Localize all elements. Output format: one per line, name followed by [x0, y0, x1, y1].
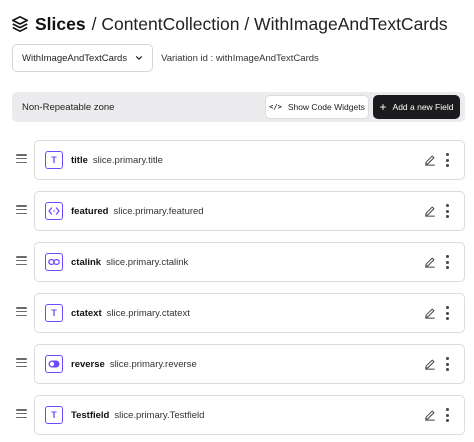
drag-handle-icon[interactable] — [16, 307, 27, 317]
field-card[interactable]: ctalink slice.primary.ctalink — [34, 242, 465, 282]
field-card[interactable]: T Testfield slice.primary.Testfield — [34, 395, 465, 435]
show-code-widgets-label: Show Code Widgets — [287, 102, 365, 112]
more-options-icon[interactable] — [446, 357, 450, 371]
field-card[interactable]: reverse slice.primary.reverse — [34, 344, 465, 384]
field-path: slice.primary.featured — [113, 205, 204, 217]
field-row: featured slice.primary.featured — [12, 191, 465, 231]
field-name: title — [71, 154, 88, 166]
field-name: Testfield — [71, 409, 110, 421]
slices-stack-icon — [11, 15, 29, 33]
zone-label: Non-Repeatable zone — [22, 101, 115, 113]
plus-icon: + — [379, 100, 387, 114]
edit-pencil-icon[interactable] — [424, 256, 436, 268]
embed-glyph-icon — [48, 207, 60, 215]
embed-type-icon — [45, 202, 63, 220]
field-row: T ctatext slice.primary.ctatext — [12, 293, 465, 333]
field-name: ctatext — [71, 307, 102, 319]
page-title: Slices — [35, 13, 86, 34]
edit-pencil-icon[interactable] — [424, 205, 436, 217]
field-path: slice.primary.title — [92, 154, 163, 166]
drag-handle-icon[interactable] — [16, 154, 27, 164]
text-type-icon: T — [45, 406, 63, 424]
variation-id-label: Variation id : withImageAndTextCards — [161, 52, 319, 64]
field-name: ctalink — [71, 256, 102, 268]
edit-pencil-icon[interactable] — [424, 154, 436, 166]
edit-pencil-icon[interactable] — [424, 409, 436, 421]
field-row: ctalink slice.primary.ctalink — [12, 242, 465, 282]
add-new-field-label: Add a new Field — [392, 102, 454, 112]
more-options-icon[interactable] — [446, 153, 450, 167]
more-options-icon[interactable] — [446, 255, 450, 269]
chevron-down-icon — [136, 56, 143, 60]
drag-handle-icon[interactable] — [16, 256, 27, 266]
code-icon: </> — [269, 103, 282, 111]
field-path: slice.primary.ctalink — [106, 256, 189, 268]
field-row: T Testfield slice.primary.Testfield — [12, 395, 465, 435]
field-name: reverse — [71, 358, 105, 370]
more-options-icon[interactable] — [446, 408, 450, 422]
edit-pencil-icon[interactable] — [424, 358, 436, 370]
field-row: T title slice.primary.title — [12, 140, 465, 180]
field-card[interactable]: T title slice.primary.title — [34, 140, 465, 180]
field-card[interactable]: featured slice.primary.featured — [34, 191, 465, 231]
text-type-icon: T — [45, 151, 63, 169]
drag-handle-icon[interactable] — [16, 205, 27, 215]
edit-pencil-icon[interactable] — [424, 307, 436, 319]
variation-select[interactable]: WithImageAndTextCards — [12, 44, 154, 72]
drag-handle-icon[interactable] — [16, 358, 27, 368]
more-options-icon[interactable] — [446, 306, 450, 320]
field-path: slice.primary.ctatext — [106, 307, 190, 319]
add-new-field-button[interactable]: + Add a new Field — [373, 95, 460, 119]
page-header: Slices / ContentCollection / WithImageAn… — [11, 10, 448, 38]
text-type-icon: T — [45, 304, 63, 322]
toggle-glyph-icon — [48, 360, 60, 368]
field-card[interactable]: T ctatext slice.primary.ctatext — [34, 293, 465, 333]
field-path: slice.primary.Testfield — [114, 409, 205, 421]
boolean-type-icon — [45, 355, 63, 373]
variation-row: WithImageAndTextCards Variation id : wit… — [12, 44, 319, 72]
non-repeatable-zone-bar: Non-Repeatable zone </> Show Code Widget… — [12, 92, 465, 122]
variation-select-value: WithImageAndTextCards — [22, 52, 128, 64]
breadcrumb: / ContentCollection / WithImageAndTextCa… — [91, 13, 448, 34]
field-row: reverse slice.primary.reverse — [12, 344, 465, 384]
field-name: featured — [71, 205, 109, 217]
link-glyph-icon — [48, 258, 60, 266]
link-type-icon — [45, 253, 63, 271]
drag-handle-icon[interactable] — [16, 409, 27, 419]
field-path: slice.primary.reverse — [109, 358, 197, 370]
more-options-icon[interactable] — [446, 204, 450, 218]
show-code-widgets-button[interactable]: </> Show Code Widgets — [265, 95, 369, 119]
